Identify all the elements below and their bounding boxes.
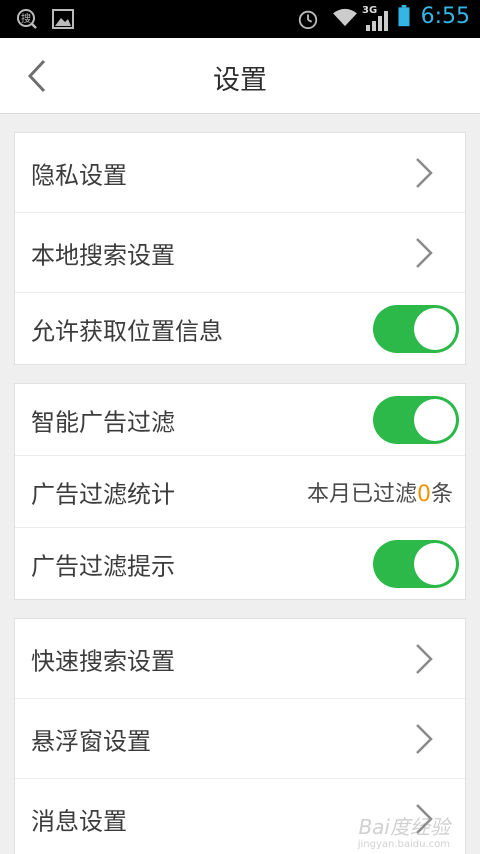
- row-location-permission: 允许获取位置信息: [15, 293, 465, 365]
- watermark-url: jingyan.baidu.com: [357, 839, 450, 850]
- search-app-icon: 搜: [17, 9, 37, 29]
- stat-suffix: 条: [430, 481, 453, 507]
- chevron-right-icon: [416, 643, 433, 674]
- row-local-search-settings[interactable]: 本地搜索设置: [15, 213, 465, 293]
- wifi-icon: [333, 8, 357, 27]
- chevron-right-icon: [416, 723, 433, 754]
- chevron-right-icon: [416, 157, 433, 188]
- image-icon: [52, 9, 74, 29]
- row-ad-filter-stats[interactable]: 广告过滤统计 本月已过滤0条: [15, 456, 465, 528]
- app-header: 设置: [0, 38, 480, 114]
- location-toggle[interactable]: [373, 305, 459, 353]
- row-label: 允许获取位置信息: [31, 317, 223, 346]
- page-title: 设置: [213, 65, 267, 96]
- row-label: 广告过滤提示: [31, 552, 175, 581]
- watermark-logo: Bai度经验: [358, 815, 450, 839]
- row-label: 快速搜索设置: [31, 647, 175, 675]
- toggle-knob: [414, 308, 456, 350]
- chevron-right-icon: [416, 237, 433, 268]
- row-label: 本地搜索设置: [31, 241, 175, 269]
- alarm-icon: [298, 10, 318, 30]
- row-label: 隐私设置: [31, 161, 127, 189]
- toggle-knob: [414, 398, 456, 441]
- signal-icon: [366, 11, 388, 31]
- row-label: 悬浮窗设置: [31, 727, 151, 755]
- battery-icon: [398, 5, 410, 27]
- ad-filter-stats-value: 本月已过滤0条: [307, 476, 453, 508]
- row-label: 消息设置: [31, 807, 127, 836]
- status-time: 6:55: [420, 4, 470, 29]
- row-quick-search-settings[interactable]: 快速搜索设置: [15, 619, 465, 699]
- smart-ad-filter-toggle[interactable]: [373, 395, 459, 444]
- stat-prefix: 本月已过滤: [306, 481, 417, 507]
- status-bar: 搜 3G 6:55: [0, 0, 480, 38]
- row-label: 广告过滤统计: [31, 480, 175, 508]
- svg-text:搜: 搜: [21, 12, 31, 25]
- row-smart-ad-filter: 智能广告过滤: [15, 384, 465, 456]
- settings-group-ad-filter: 智能广告过滤 广告过滤统计 本月已过滤0条 广告过滤提示: [14, 383, 466, 600]
- settings-group-privacy: 隐私设置 本地搜索设置 允许获取位置信息: [14, 132, 466, 365]
- row-label: 智能广告过滤: [31, 408, 175, 436]
- toggle-knob: [414, 543, 456, 585]
- row-floating-window-settings[interactable]: 悬浮窗设置: [15, 699, 465, 779]
- ad-filter-tips-toggle[interactable]: [373, 540, 459, 588]
- row-ad-filter-tips: 广告过滤提示: [15, 528, 465, 600]
- stat-count: 0: [416, 481, 431, 507]
- row-privacy-settings[interactable]: 隐私设置: [15, 133, 465, 213]
